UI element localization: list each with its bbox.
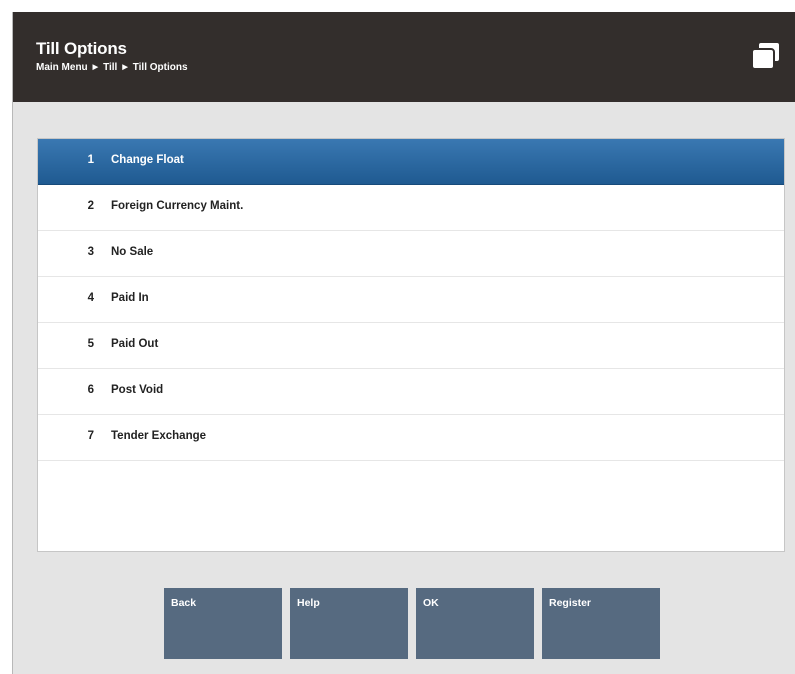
list-item-no-sale[interactable]: 3 No Sale bbox=[38, 231, 784, 277]
page-title: Till Options bbox=[36, 39, 127, 58]
list-item-paid-out[interactable]: 5 Paid Out bbox=[38, 323, 784, 369]
item-label: Foreign Currency Maint. bbox=[111, 200, 244, 212]
list-item-foreign-currency-maint[interactable]: 2 Foreign Currency Maint. bbox=[38, 185, 784, 231]
ok-button[interactable]: OK bbox=[416, 588, 534, 659]
list-item-tender-exchange[interactable]: 7 Tender Exchange bbox=[38, 415, 784, 461]
menu-list: 1 Change Float 2 Foreign Currency Maint.… bbox=[37, 138, 785, 552]
item-number: 4 bbox=[87, 292, 94, 304]
list-item-change-float[interactable]: 1 Change Float bbox=[38, 139, 784, 185]
breadcrumb-separator-icon: ▶ bbox=[122, 64, 128, 71]
register-button[interactable]: Register bbox=[542, 588, 660, 659]
breadcrumb-separator-icon: ▶ bbox=[92, 64, 99, 71]
breadcrumb-item-till[interactable]: Till bbox=[103, 62, 117, 74]
list-item-post-void[interactable]: 6 Post Void bbox=[38, 369, 784, 415]
item-number: 6 bbox=[87, 384, 94, 396]
item-number: 1 bbox=[87, 154, 94, 166]
list-item-paid-in[interactable]: 4 Paid In bbox=[38, 277, 784, 323]
item-label: Tender Exchange bbox=[111, 430, 207, 442]
item-label: Paid Out bbox=[111, 338, 159, 350]
breadcrumb: Main Menu ▶ Till ▶ Till Options bbox=[36, 62, 188, 74]
item-label: Change Float bbox=[111, 154, 184, 166]
item-label: No Sale bbox=[111, 246, 154, 258]
back-button[interactable]: Back bbox=[164, 588, 282, 659]
app-window: Till Options Main Menu ▶ Till ▶ Till Opt… bbox=[12, 12, 795, 674]
item-number: 7 bbox=[87, 430, 94, 442]
item-number: 2 bbox=[87, 200, 94, 212]
breadcrumb-item-main-menu[interactable]: Main Menu bbox=[36, 62, 88, 74]
item-number: 3 bbox=[87, 246, 94, 258]
item-label: Post Void bbox=[111, 384, 164, 396]
help-button[interactable]: Help bbox=[290, 588, 408, 659]
windows-stack-icon[interactable] bbox=[746, 36, 786, 76]
header-bar: Till Options Main Menu ▶ Till ▶ Till Opt… bbox=[13, 12, 795, 102]
breadcrumb-item-till-options: Till Options bbox=[132, 62, 188, 73]
item-number: 5 bbox=[87, 338, 94, 350]
item-label: Paid In bbox=[111, 292, 149, 304]
